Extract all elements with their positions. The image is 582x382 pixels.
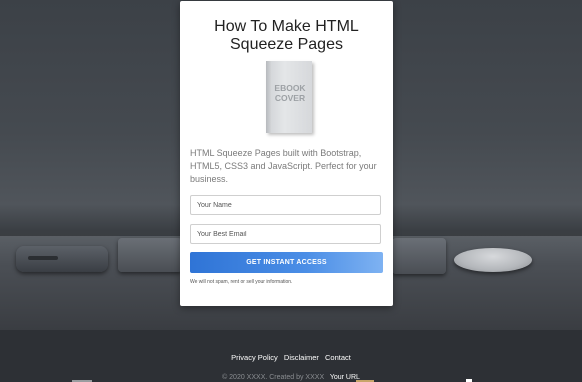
description-text: HTML Squeeze Pages built with Bootstrap,… — [190, 148, 377, 184]
disclaimer-link[interactable]: Disclaimer — [284, 353, 319, 362]
tablet-image — [118, 238, 182, 272]
footer: Privacy Policy Disclaimer Contact © 2020… — [0, 330, 582, 382]
squeeze-card: How To Make HTML Squeeze Pages EBOOK COV… — [180, 1, 393, 306]
get-instant-access-button[interactable]: GET INSTANT ACCESS — [190, 252, 383, 273]
ebook-cover-label: EBOOK COVER — [274, 83, 306, 103]
contact-link[interactable]: Contact — [325, 353, 351, 362]
mouse-image — [454, 248, 532, 272]
phone-image — [16, 246, 108, 272]
email-input[interactable] — [190, 224, 381, 244]
ebook-cover-image: EBOOK COVER — [266, 61, 312, 133]
laptop-image — [392, 238, 446, 274]
privacy-note: We will not spam, rent or sell your info… — [190, 279, 293, 285]
privacy-policy-link[interactable]: Privacy Policy — [231, 353, 278, 362]
name-input[interactable] — [190, 195, 381, 215]
copyright-label: © 2020 XXXX. Created by XXXX — [222, 374, 325, 381]
footer-links: Privacy Policy Disclaimer Contact — [0, 353, 582, 362]
page-title: How To Make HTML Squeeze Pages — [214, 18, 359, 53]
